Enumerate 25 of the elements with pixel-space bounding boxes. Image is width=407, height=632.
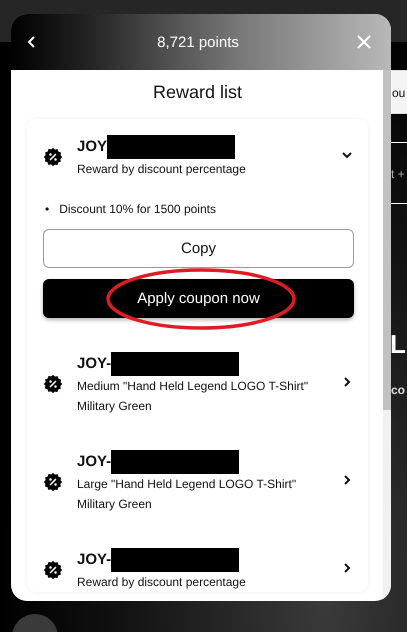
scrollbar-thumb[interactable] [383,70,391,410]
reward-description: Military Green [77,496,153,513]
reward-description: Reward by discount percentage [77,161,247,178]
coupon-code: JOY- [77,452,112,472]
discount-badge-icon [43,147,63,167]
background-text: ou [391,70,407,114]
reward-description: Large "Hand Held Legend LOGO T-Shirt" [77,476,298,493]
bullet-mark: • [45,201,50,217]
copy-button[interactable]: Copy [43,229,354,268]
coupon-code: JOY- [77,354,112,374]
reward-description: Military Green [77,398,153,415]
background-text: L [390,328,406,361]
discount-badge-icon [43,374,63,394]
apply-button[interactable]: Apply coupon now [43,279,354,318]
coupon-code: JOY- [77,550,112,570]
section-title: Reward list [152,82,244,103]
coupon-code: JOY [77,137,108,157]
points-title: 8,721 points [157,34,239,50]
discount-badge-icon [43,560,63,580]
reward-description: Reward by discount percentage [77,574,247,591]
reward-detail: Discount 10% for 1500 points [59,201,216,217]
discount-badge-icon [43,472,63,492]
background-text: co [391,382,406,398]
close-icon [356,34,372,50]
reward-description: Medium "Hand Held Legend LOGO T-Shirt" [77,378,310,395]
